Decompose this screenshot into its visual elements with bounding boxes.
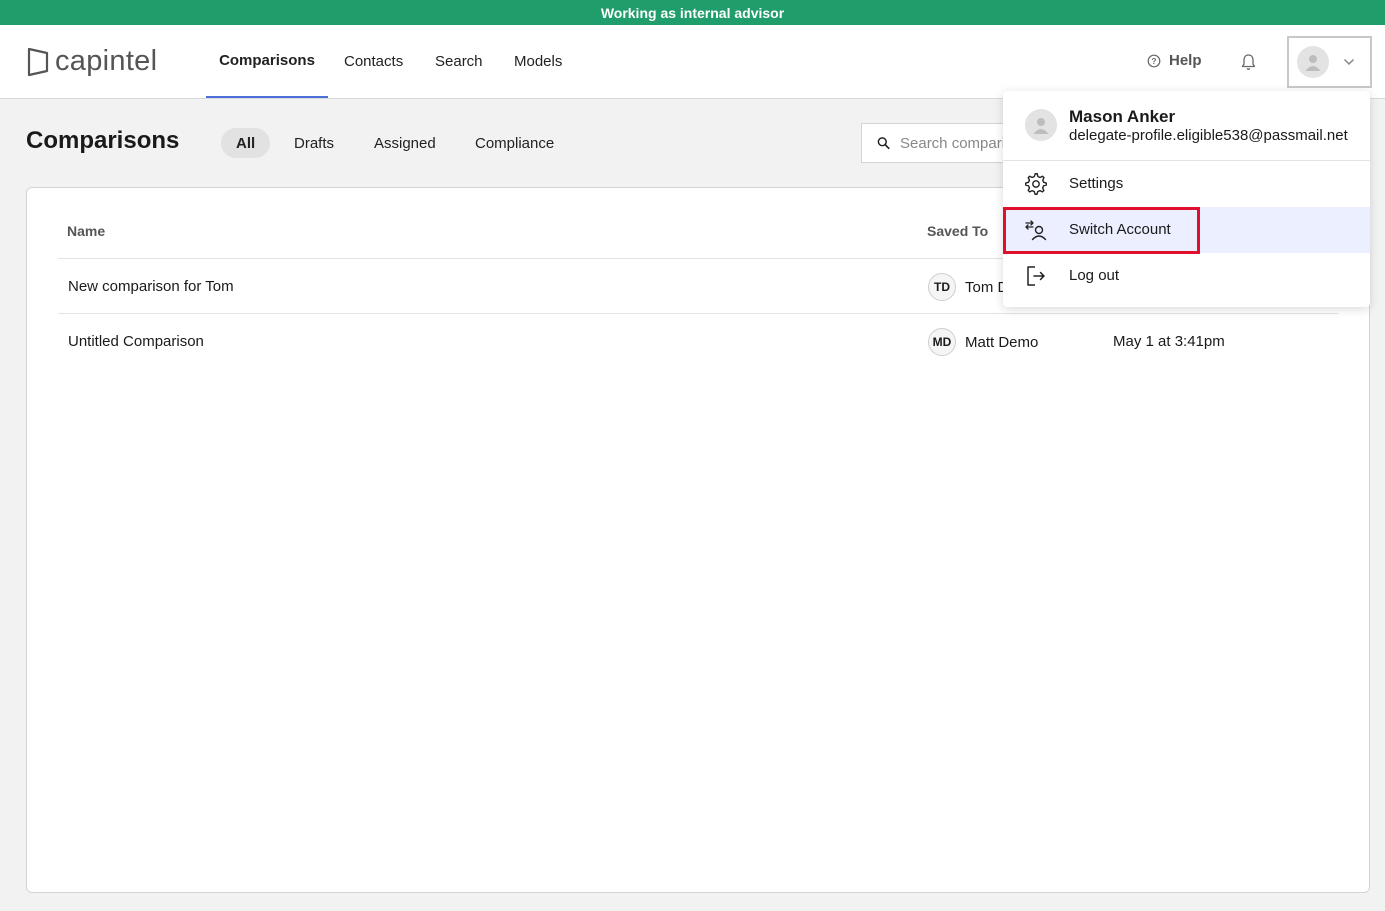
column-header-name[interactable]: Name xyxy=(67,223,105,239)
row-name[interactable]: Untitled Comparison xyxy=(68,333,204,350)
menu-item-label: Switch Account xyxy=(1069,221,1171,238)
user-menu-button[interactable] xyxy=(1287,36,1372,88)
gear-icon xyxy=(1025,173,1047,195)
status-banner: Working as internal advisor xyxy=(0,0,1385,25)
tab-comparisons[interactable]: Comparisons xyxy=(206,25,328,98)
help-label: Help xyxy=(1169,52,1202,69)
help-icon: ? xyxy=(1147,54,1161,67)
menu-item-log-out[interactable]: Log out xyxy=(1003,253,1370,299)
row-owner: MD Matt Demo xyxy=(928,328,1038,356)
logo-icon xyxy=(27,47,49,76)
switch-account-icon xyxy=(1025,220,1047,241)
logout-icon xyxy=(1027,266,1045,286)
notifications-button[interactable] xyxy=(1240,53,1257,76)
top-navigation: capintel Comparisons Contacts Search Mod… xyxy=(0,25,1385,99)
user-dropdown-menu: Mason Anker delegate-profile.eligible538… xyxy=(1003,91,1370,307)
column-header-saved-to[interactable]: Saved To xyxy=(927,223,988,239)
filter-compliance[interactable]: Compliance xyxy=(460,128,569,158)
table-row[interactable]: Untitled Comparison MD Matt Demo May 1 a… xyxy=(58,313,1338,368)
owner-initials-avatar: TD xyxy=(928,273,956,301)
user-icon xyxy=(1305,55,1321,71)
tab-search[interactable]: Search xyxy=(435,25,483,98)
avatar xyxy=(1025,109,1057,141)
bell-icon xyxy=(1241,54,1256,70)
user-profile-header: Mason Anker delegate-profile.eligible538… xyxy=(1003,91,1370,161)
owner-initials-avatar: MD xyxy=(928,328,956,356)
menu-item-switch-account[interactable]: Switch Account xyxy=(1003,207,1370,254)
user-email: delegate-profile.eligible538@passmail.ne… xyxy=(1069,127,1348,144)
svg-text:?: ? xyxy=(1152,57,1157,66)
row-date: May 1 at 3:41pm xyxy=(1113,333,1225,350)
user-icon xyxy=(1033,118,1049,134)
tab-label: Search xyxy=(435,53,483,70)
filter-label: Drafts xyxy=(294,134,335,152)
filter-all[interactable]: All xyxy=(221,128,271,158)
tab-contacts[interactable]: Contacts xyxy=(344,25,403,98)
brand-logo[interactable]: capintel xyxy=(27,45,157,78)
owner-name: Tom D xyxy=(965,278,1009,296)
row-name[interactable]: New comparison for Tom xyxy=(68,278,234,295)
avatar xyxy=(1297,46,1329,78)
brand-name: capintel xyxy=(55,45,158,77)
banner-text: Working as internal advisor xyxy=(600,4,785,21)
filter-drafts[interactable]: Drafts xyxy=(279,128,349,158)
chevron-down-icon xyxy=(1343,58,1355,66)
filter-label: All xyxy=(236,134,256,152)
tab-label: Contacts xyxy=(344,53,404,70)
user-name: Mason Anker xyxy=(1069,107,1176,126)
menu-item-label: Settings xyxy=(1069,175,1124,192)
filter-assigned[interactable]: Assigned xyxy=(359,128,451,158)
owner-name: Matt Demo xyxy=(965,333,1039,351)
menu-item-label: Log out xyxy=(1069,267,1120,284)
row-owner: TD Tom D xyxy=(928,273,1008,301)
search-icon xyxy=(877,137,890,150)
help-button[interactable]: ? Help xyxy=(1147,52,1202,69)
page-title: Comparisons xyxy=(26,127,180,154)
filter-label: Compliance xyxy=(475,134,555,152)
menu-item-settings[interactable]: Settings xyxy=(1003,161,1370,207)
filter-label: Assigned xyxy=(374,134,436,152)
tab-label: Models xyxy=(514,53,563,70)
tab-label: Comparisons xyxy=(219,52,315,69)
tab-models[interactable]: Models xyxy=(514,25,562,98)
